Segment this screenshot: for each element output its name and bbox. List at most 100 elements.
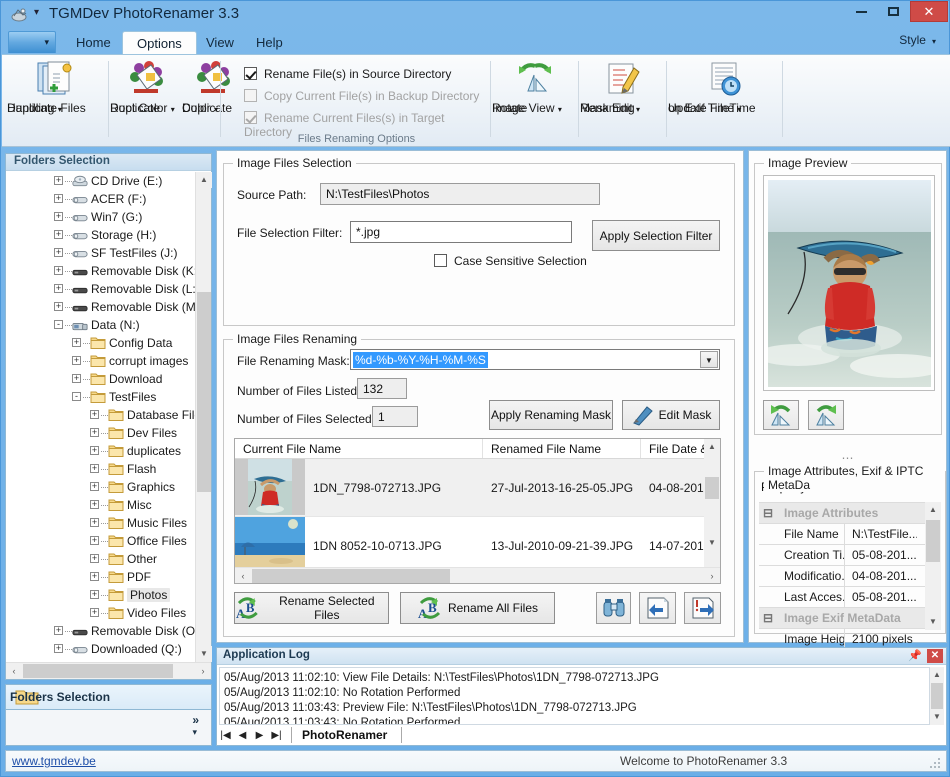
source-path-field[interactable]: N:\TestFiles\Photos (320, 183, 600, 205)
resize-grip-icon[interactable] (930, 756, 942, 768)
tree-horizontal-scrollbar[interactable]: ‹ › (6, 662, 211, 679)
scroll-thumb[interactable] (252, 569, 450, 583)
previous-file-button[interactable] (639, 592, 676, 624)
tree-expander[interactable]: + (90, 572, 99, 581)
tree-node[interactable]: + Removable Disk (M:) (6, 298, 211, 316)
splitter-handle[interactable]: ⋯ (749, 451, 948, 465)
files-table[interactable]: Current File Name Renamed File Name File… (234, 438, 721, 584)
log-vertical-scrollbar[interactable]: ▲ ▼ (930, 667, 944, 725)
tree-vertical-scrollbar[interactable]: ▲ ▼ (195, 172, 212, 662)
scroll-down-icon[interactable]: ▼ (196, 646, 212, 662)
scroll-up-icon[interactable]: ▲ (930, 667, 944, 683)
scroll-down-icon[interactable]: ▼ (930, 709, 944, 725)
attributes-vertical-scrollbar[interactable]: ▲ ▼ (925, 502, 941, 630)
tree-expander[interactable]: + (90, 446, 99, 455)
tree-node[interactable]: + Storage (H:) (6, 226, 211, 244)
scroll-thumb[interactable] (931, 683, 943, 709)
tree-node[interactable]: + Office Files (6, 532, 211, 550)
checkbox-rename-in-source[interactable]: Rename File(s) in Source Directory (244, 67, 451, 81)
scroll-up-icon[interactable]: ▲ (196, 172, 212, 188)
attributes-row[interactable]: Last Acces... 05-08-201... (759, 586, 925, 607)
table-row[interactable]: 1DN_7798-072713.JPG 27-Jul-2013-16-25-05.… (235, 459, 720, 517)
maximize-button[interactable] (878, 1, 908, 22)
column-header-file-date[interactable]: File Date & (641, 439, 706, 458)
tree-node[interactable]: + Removable Disk (L:) (6, 280, 211, 298)
case-sensitive-checkbox[interactable]: Case Sensitive Selection (434, 254, 587, 268)
checkbox-copy-to-backup[interactable]: Copy Current File(s) in Backup Directory (244, 89, 479, 103)
tree-node[interactable]: + Dev Files (6, 424, 211, 442)
folder-tree[interactable]: + CD Drive (E:) + ACER (F:) + Win7 (G:) + Stora… (6, 172, 211, 662)
renaming-mask-edit-button[interactable]: Renaming Mask Edit ▾ (580, 59, 664, 115)
collapse-expander[interactable]: ⊟ (759, 503, 777, 523)
column-header-renamed-name[interactable]: Renamed File Name (483, 439, 641, 458)
tree-node[interactable]: + Config Data (6, 334, 211, 352)
tree-node[interactable]: + PDF (6, 568, 211, 586)
attributes-row[interactable]: Image Height 2100 pixels (759, 628, 925, 649)
nav-overflow-area[interactable]: » ▾ (5, 710, 212, 746)
scroll-thumb[interactable] (197, 292, 211, 492)
tab-home[interactable]: Home (62, 31, 125, 55)
rotate-left-button[interactable] (763, 400, 799, 430)
tab-options[interactable]: Options (122, 31, 197, 55)
tree-expander[interactable]: + (54, 284, 63, 293)
tab-help[interactable]: Help (242, 31, 297, 55)
tree-expander[interactable]: + (54, 230, 63, 239)
tree-expander[interactable]: + (54, 644, 63, 653)
close-button[interactable]: ✕ (910, 1, 948, 22)
tree-node[interactable]: - Data (N:) (6, 316, 211, 334)
expand-more-icon[interactable]: » (192, 713, 199, 727)
column-header-current-name[interactable]: Current File Name (235, 439, 483, 458)
tree-node[interactable]: + Removable Disk (O:) (6, 622, 211, 640)
minimize-button[interactable] (846, 1, 876, 22)
tree-expander[interactable]: + (72, 374, 81, 383)
pin-icon[interactable]: 📌 (908, 649, 922, 662)
nav-first-button[interactable]: |◀ (217, 730, 234, 741)
chevron-down-icon[interactable]: ▾ (192, 727, 197, 738)
attributes-group-row[interactable]: ⊟ Image Attributes (759, 502, 925, 523)
scroll-right-icon[interactable]: › (195, 663, 211, 679)
tree-expander[interactable]: + (90, 482, 99, 491)
tree-node[interactable]: + Video Files (6, 604, 211, 622)
tree-node[interactable]: - TestFiles (6, 388, 211, 406)
tree-expander[interactable]: + (90, 428, 99, 437)
file-filter-input[interactable]: *.jpg (350, 221, 572, 243)
rotate-image-view-button[interactable]: Rotate Image View ▾ (492, 59, 578, 115)
chevron-down-icon[interactable]: ▼ (700, 351, 718, 368)
attributes-grid[interactable]: ⊟ Image Attributes File Name N:\TestFile...… (759, 502, 925, 649)
tree-node[interactable]: + Removable Disk (K:) (6, 262, 211, 280)
close-icon[interactable]: ✕ (927, 649, 943, 663)
tree-expander[interactable]: + (54, 626, 63, 635)
tree-expander[interactable]: + (90, 410, 99, 419)
tree-expander[interactable]: + (54, 212, 63, 221)
website-link[interactable]: www.tgmdev.be (12, 754, 96, 768)
tree-node[interactable]: + duplicates (6, 442, 211, 460)
image-preview-frame[interactable] (756, 175, 946, 391)
table-horizontal-scrollbar[interactable]: ‹ › (235, 567, 720, 583)
scroll-up-icon[interactable]: ▲ (704, 439, 720, 455)
tree-node[interactable]: + Win7 (G:) (6, 208, 211, 226)
tree-expander[interactable]: + (90, 554, 99, 563)
apply-selection-filter-button[interactable]: Apply Selection Filter (592, 220, 720, 251)
tree-expander[interactable]: - (72, 392, 81, 401)
apply-renaming-mask-button[interactable]: Apply Renaming Mask (489, 400, 613, 430)
tree-expander[interactable]: + (54, 248, 63, 257)
search-files-button[interactable] (596, 592, 631, 624)
scroll-left-icon[interactable]: ‹ (6, 663, 22, 679)
tree-node[interactable]: + Downloaded (Q:) (6, 640, 211, 658)
quick-access-dropdown-icon[interactable]: ▾ (34, 7, 39, 18)
duplicate-files-handling-button[interactable]: Duplicate Files Handling ▾ (7, 59, 102, 115)
scroll-down-icon[interactable]: ▼ (925, 614, 941, 630)
scroll-down-icon[interactable]: ▼ (704, 535, 720, 551)
tree-expander[interactable]: + (90, 608, 99, 617)
tree-node[interactable]: + Photos (6, 586, 211, 604)
style-menu-button[interactable]: Style ▾ (899, 33, 936, 47)
update-filetime-button[interactable]: Update FileTime on Exif Time ▾ (668, 59, 780, 115)
tree-node[interactable]: + SF TestFiles (J:) (6, 244, 211, 262)
tree-expander[interactable]: - (54, 320, 63, 329)
scroll-up-icon[interactable]: ▲ (925, 502, 941, 518)
tree-node[interactable]: + corrupt images (6, 352, 211, 370)
tree-node[interactable]: + Graphics (6, 478, 211, 496)
tree-expander[interactable]: + (54, 302, 63, 311)
renaming-mask-combo[interactable]: %d-%b-%Y-%H-%M-%S ▼ (350, 349, 720, 370)
tree-node[interactable]: + Misc (6, 496, 211, 514)
